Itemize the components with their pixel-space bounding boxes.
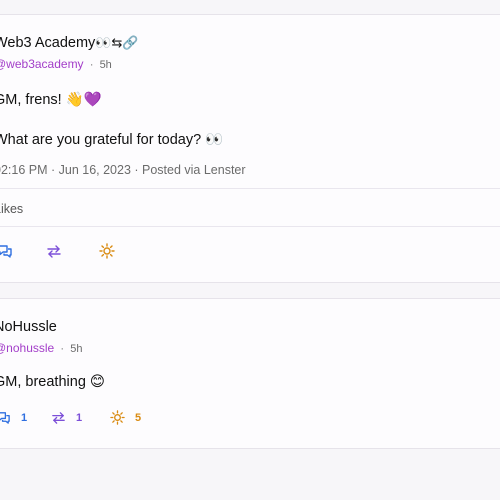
post-time-ago: 5h (99, 59, 112, 71)
separator-dot: · (89, 57, 94, 71)
post-text-line2: What are you grateful for today? 👀 (0, 132, 224, 148)
mirror-count: 1 (76, 411, 83, 424)
sun-like-icon (110, 410, 125, 425)
handle-row: @nohussle · 5h (0, 341, 82, 355)
handle-row: @web3academy · 5h (0, 57, 112, 71)
post-text-line1: GM, frens! 👋💜 (0, 92, 102, 108)
mirror-button[interactable]: 1 (51, 410, 82, 425)
separator-dot: · (60, 341, 65, 355)
post-card-nohussle[interactable]: NoHussle @nohussle · 5h GM, breathing 😊 1 … (0, 298, 500, 449)
comment-button[interactable]: 1 (0, 410, 27, 425)
comment-button[interactable] (0, 243, 13, 259)
like-button[interactable]: 5 (110, 410, 141, 425)
comment-icon (0, 412, 10, 424)
mirror-icon (52, 412, 65, 424)
like-button[interactable] (99, 243, 115, 259)
post-time-ago: 5h (70, 343, 83, 355)
comment-count: 1 (21, 411, 28, 424)
mirror-icon (47, 245, 61, 258)
sun-like-icon (99, 243, 115, 259)
divider (0, 188, 500, 189)
post-card-web3academy[interactable]: Web3 Academy👀⇆🔗 @web3academy · 5h GM, fren… (0, 14, 500, 283)
comment-icon (0, 245, 12, 258)
post-metadata: 02:16 PM · Jun 16, 2023 · Posted via Len… (0, 163, 246, 177)
author-handle[interactable]: @web3academy (0, 57, 84, 71)
likes-count-link[interactable]: Likes (0, 202, 23, 216)
author-name[interactable]: NoHussle (0, 319, 57, 335)
mirror-button[interactable] (46, 243, 62, 259)
author-name[interactable]: Web3 Academy👀⇆🔗 (0, 35, 139, 51)
post-text: GM, breathing 😊 (0, 374, 106, 390)
divider (0, 226, 500, 227)
like-count: 5 (135, 411, 142, 424)
author-emoji: 👀⇆🔗 (95, 35, 139, 50)
author-handle[interactable]: @nohussle (0, 341, 54, 355)
